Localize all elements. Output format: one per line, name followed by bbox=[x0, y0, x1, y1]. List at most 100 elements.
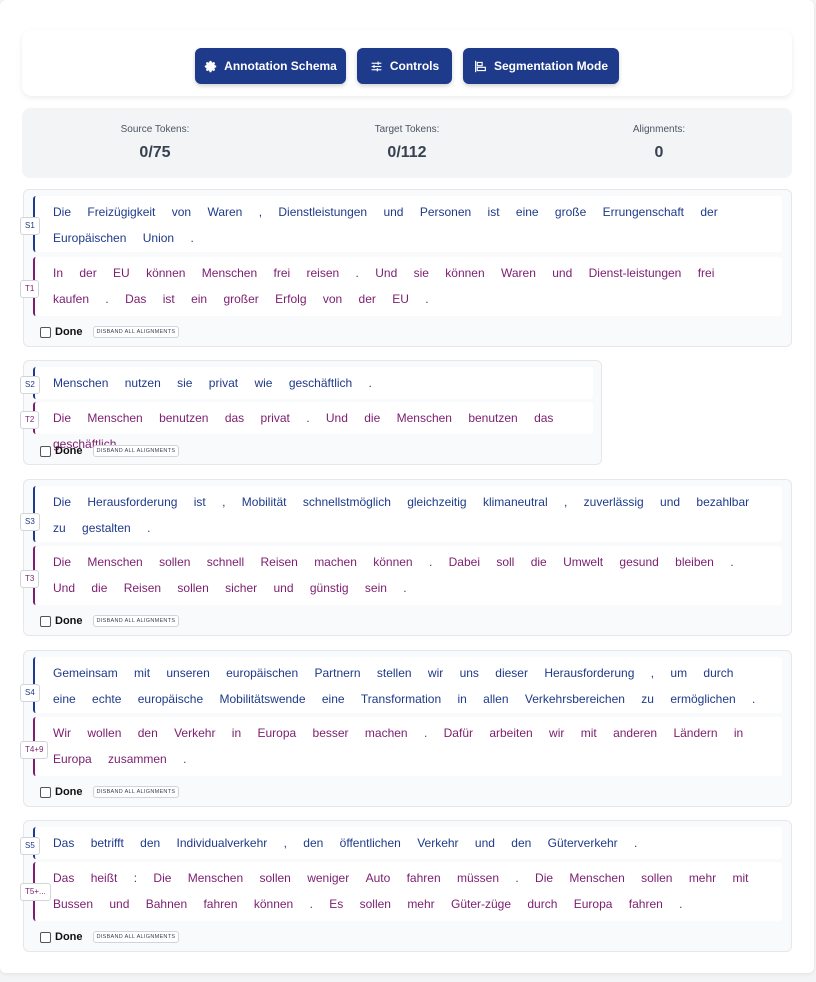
source-token[interactable]: dieser bbox=[495, 660, 528, 686]
controls-button[interactable]: Controls bbox=[357, 48, 452, 84]
target-token[interactable]: bleiben bbox=[675, 549, 714, 575]
source-token[interactable]: der bbox=[700, 199, 717, 225]
source-token[interactable]: , bbox=[222, 489, 225, 515]
source-token[interactable]: Mobilitätswende bbox=[219, 686, 305, 712]
source-token[interactable]: und bbox=[660, 489, 680, 515]
target-token[interactable]: Menschen bbox=[188, 865, 243, 891]
target-token[interactable]: Waren bbox=[501, 260, 536, 286]
source-token[interactable]: , bbox=[564, 489, 567, 515]
target-token[interactable]: . bbox=[515, 865, 518, 891]
target-token[interactable]: zusammen bbox=[108, 746, 167, 772]
source-token[interactable]: Menschen bbox=[53, 370, 108, 396]
source-token[interactable]: Freizügigkeit bbox=[87, 199, 155, 225]
target-token[interactable]: Menschen bbox=[87, 405, 142, 431]
source-token[interactable]: zu bbox=[53, 515, 66, 541]
source-token[interactable]: , bbox=[651, 660, 654, 686]
target-token[interactable]: günstig bbox=[310, 575, 349, 601]
source-token[interactable]: Das bbox=[53, 830, 74, 856]
source-token[interactable]: gestalten bbox=[82, 515, 131, 541]
target-token[interactable]: fahren bbox=[629, 891, 663, 917]
target-token[interactable]: benutzen bbox=[159, 405, 208, 431]
done-checkbox[interactable] bbox=[40, 445, 51, 457]
target-token[interactable]: Dienst-leistungen bbox=[589, 260, 682, 286]
target-token[interactable]: anderen bbox=[613, 720, 657, 746]
disband-all-alignments-button[interactable]: DISBAND ALL ALIGNMENTS bbox=[92, 786, 180, 798]
target-token[interactable]: . bbox=[429, 549, 432, 575]
source-token[interactable]: wir bbox=[428, 660, 443, 686]
source-token[interactable]: Güterverkehr bbox=[548, 830, 618, 856]
source-token[interactable]: Partnern bbox=[315, 660, 361, 686]
target-token[interactable]: machen bbox=[314, 549, 357, 575]
source-token[interactable]: , bbox=[259, 199, 262, 225]
target-token[interactable]: sollen bbox=[360, 891, 391, 917]
source-token[interactable]: Mobilität bbox=[242, 489, 287, 515]
target-token[interactable]: Dafür bbox=[444, 720, 473, 746]
target-token[interactable]: weniger bbox=[307, 865, 349, 891]
target-token[interactable]: heißt bbox=[91, 865, 118, 891]
done-checkbox[interactable] bbox=[40, 326, 51, 338]
target-token[interactable]: können bbox=[146, 260, 185, 286]
target-token[interactable]: Güter-züge bbox=[451, 891, 511, 917]
source-token[interactable]: schnellstmöglich bbox=[303, 489, 391, 515]
source-token[interactable]: unseren bbox=[166, 660, 209, 686]
target-token[interactable]: können bbox=[373, 549, 412, 575]
target-token[interactable]: mehr bbox=[689, 865, 716, 891]
source-token[interactable]: den bbox=[511, 830, 531, 856]
target-token[interactable]: ein bbox=[191, 286, 207, 312]
source-token[interactable]: klimaneutral bbox=[483, 489, 548, 515]
target-token[interactable]: in bbox=[232, 720, 241, 746]
target-token[interactable]: reisen bbox=[307, 260, 340, 286]
source-token[interactable]: öffentlichen bbox=[340, 830, 401, 856]
target-token[interactable]: mehr bbox=[407, 891, 434, 917]
source-token[interactable]: Herausforderung bbox=[87, 489, 177, 515]
target-token[interactable]: den bbox=[138, 720, 158, 746]
target-token[interactable]: . bbox=[403, 575, 406, 601]
source-token[interactable]: eine bbox=[53, 686, 76, 712]
target-token[interactable]: arbeiten bbox=[489, 720, 532, 746]
target-token[interactable]: sie bbox=[414, 260, 429, 286]
target-token[interactable]: . bbox=[356, 260, 359, 286]
source-token[interactable]: geschäftlich bbox=[289, 370, 352, 396]
done-checkbox[interactable] bbox=[40, 786, 51, 798]
source-token[interactable]: Verkehr bbox=[417, 830, 458, 856]
target-token[interactable]: Und bbox=[326, 405, 348, 431]
target-token[interactable]: Bussen bbox=[53, 891, 93, 917]
target-token[interactable]: besser bbox=[313, 720, 349, 746]
source-token[interactable]: um bbox=[670, 660, 687, 686]
target-token[interactable]: Erfolg bbox=[275, 286, 306, 312]
disband-all-alignments-button[interactable]: DISBAND ALL ALIGNMENTS bbox=[92, 931, 180, 943]
target-token[interactable]: Umwelt bbox=[563, 549, 603, 575]
target-token[interactable]: Das bbox=[53, 865, 74, 891]
target-token[interactable]: wir bbox=[549, 720, 564, 746]
target-token[interactable]: Und bbox=[53, 575, 75, 601]
source-token[interactable]: Die bbox=[53, 199, 71, 225]
target-token[interactable]: wollen bbox=[87, 720, 121, 746]
source-token[interactable]: Dienstleistungen bbox=[278, 199, 367, 225]
target-token[interactable]: kaufen bbox=[53, 286, 89, 312]
target-token[interactable]: sollen bbox=[259, 865, 290, 891]
target-token[interactable]: von bbox=[323, 286, 342, 312]
source-token[interactable]: privat bbox=[209, 370, 238, 396]
target-token[interactable]: mit bbox=[733, 865, 749, 891]
source-token[interactable]: durch bbox=[703, 660, 733, 686]
target-token[interactable]: Es bbox=[329, 891, 343, 917]
source-token[interactable]: , bbox=[284, 830, 287, 856]
target-token[interactable]: Europa bbox=[257, 720, 296, 746]
source-token[interactable]: Die bbox=[53, 489, 71, 515]
target-token[interactable]: privat bbox=[261, 405, 290, 431]
target-token[interactable]: . bbox=[424, 720, 427, 746]
target-token[interactable]: EU bbox=[113, 260, 130, 286]
target-token[interactable]: Auto bbox=[366, 865, 391, 891]
source-token[interactable]: . bbox=[147, 515, 150, 541]
target-token[interactable]: sicher bbox=[225, 575, 257, 601]
source-token[interactable]: . bbox=[190, 225, 193, 251]
target-token[interactable]: Ländern bbox=[673, 720, 717, 746]
target-token[interactable]: müssen bbox=[457, 865, 499, 891]
source-token[interactable]: Errungenschaft bbox=[603, 199, 684, 225]
source-token[interactable]: Europäischen bbox=[53, 225, 126, 251]
source-token[interactable]: Waren bbox=[207, 199, 242, 225]
target-token[interactable]: Bahnen bbox=[146, 891, 187, 917]
target-token[interactable]: soll bbox=[496, 549, 514, 575]
source-token[interactable]: . bbox=[634, 830, 637, 856]
annotation-schema-button[interactable]: Annotation Schema bbox=[195, 48, 346, 84]
